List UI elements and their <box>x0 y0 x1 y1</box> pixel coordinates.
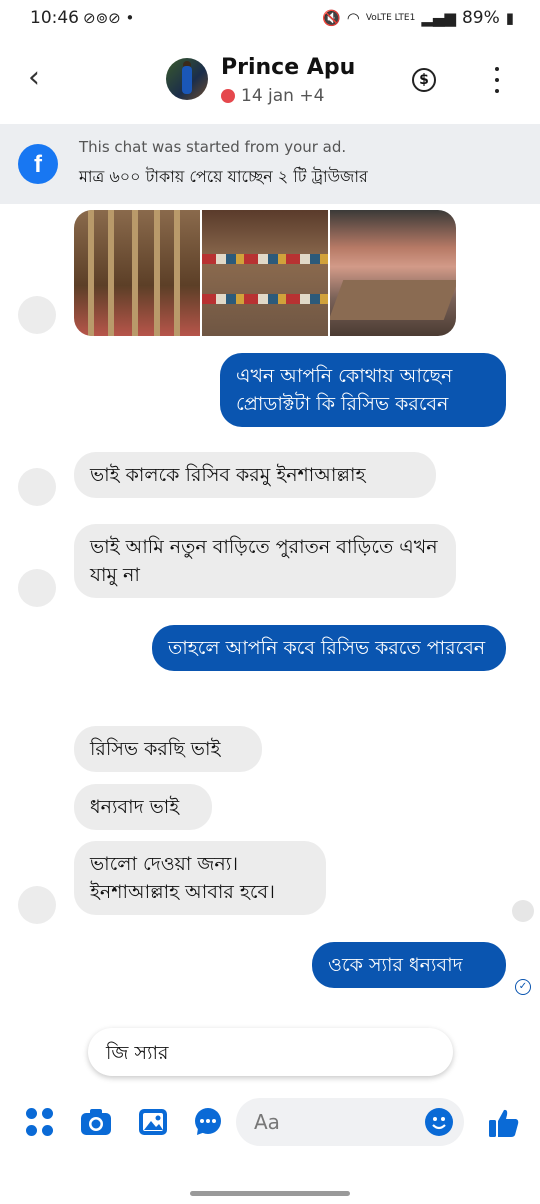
message-bubble-incoming[interactable]: রিসিভ করছি ভাই <box>74 726 262 772</box>
facebook-icon: f <box>18 144 58 184</box>
message-bubble-outgoing[interactable]: ওকে স্যার ধন্যবাদ <box>312 942 506 988</box>
chat-options-icon[interactable] <box>194 1108 222 1136</box>
composer-bar: Aa <box>0 1090 540 1156</box>
battery-icon: ▮ <box>505 8 514 27</box>
chat-header: ‹ Prince Apu 14 jan +4 $ <box>0 40 540 120</box>
avatar <box>18 886 56 924</box>
avatar[interactable] <box>166 58 208 100</box>
back-arrow-icon[interactable]: ‹ <box>28 63 56 96</box>
message-input-placeholder: Aa <box>254 1110 280 1134</box>
sent-check-icon: ✓ <box>515 979 531 995</box>
contact-subtitle: 14 jan +4 <box>221 86 324 106</box>
read-receipt-avatar <box>512 900 534 922</box>
wifi-icon: ◠ <box>346 8 360 27</box>
more-vertical-icon[interactable] <box>490 67 504 93</box>
ad-banner[interactable]: f This chat was started from your ad. মা… <box>0 124 540 204</box>
notification-icons: ⊘⊚⊘ • <box>83 8 135 27</box>
thumbs-up-icon[interactable] <box>488 1108 519 1137</box>
ad-banner-text: মাত্র ৬০০ টাকায় পেয়ে যাচ্ছেন ২ টি ট্রা… <box>79 167 368 186</box>
battery-level: 89% <box>461 8 500 28</box>
avatar <box>18 569 56 607</box>
avatar <box>18 296 56 334</box>
network-label: VoLTE LTE1 <box>365 13 416 23</box>
ad-banner-title: This chat was started from your ad. <box>79 138 347 156</box>
subtitle-text: 14 jan +4 <box>241 86 325 106</box>
message-bubble-outgoing[interactable]: তাহলে আপনি কবে রিসিভ করতে পারবেন <box>152 625 506 671</box>
avatar <box>18 468 56 506</box>
photo-thumbnail[interactable] <box>74 210 200 336</box>
photo-message[interactable] <box>74 210 456 336</box>
status-time: 10:46 <box>30 8 79 28</box>
menu-dots-icon[interactable] <box>26 1108 54 1136</box>
message-bubble-incoming[interactable]: ভাই আমি নতুন বাড়িতে পুরাতন বাড়িতে এখন … <box>74 524 456 598</box>
mute-icon: 🔇 <box>322 8 341 27</box>
message-bubble-incoming[interactable]: ভালো দেওয়া জন্য। ইনশাআল্লাহ আবার হবে। <box>74 841 326 915</box>
message-bubble-outgoing[interactable]: এখন আপনি কোথায় আছেন প্রোডাক্টটা কি রিসি… <box>220 353 506 427</box>
photo-thumbnail[interactable] <box>330 210 456 336</box>
emoji-icon[interactable] <box>425 1108 453 1136</box>
gallery-icon[interactable] <box>138 1108 167 1136</box>
message-bubble-incoming[interactable]: ধন্যবাদ ভাই <box>74 784 212 830</box>
contact-name[interactable]: Prince Apu <box>221 55 355 80</box>
status-dot-icon <box>221 89 235 103</box>
reply-suggestion[interactable]: জি স্যার <box>88 1028 453 1076</box>
status-bar: 10:46 ⊘⊚⊘ • 🔇 ◠ VoLTE LTE1 ▂▄▆ 89% ▮ <box>0 0 540 36</box>
message-bubble-incoming[interactable]: ভাই কালকে রিসিব করমু ইনশাআল্লাহ <box>74 452 436 498</box>
dollar-icon[interactable]: $ <box>412 68 436 92</box>
signal-icon: ▂▄▆ <box>421 8 456 27</box>
home-indicator[interactable] <box>190 1191 350 1196</box>
camera-icon[interactable] <box>80 1108 111 1136</box>
photo-thumbnail[interactable] <box>202 210 328 336</box>
